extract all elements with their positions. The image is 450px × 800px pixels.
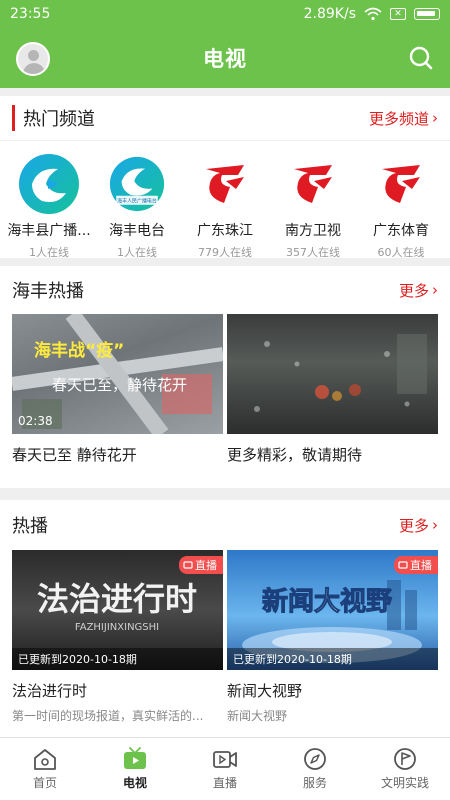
app-header: 电视 xyxy=(0,28,450,88)
section-title: 热播 xyxy=(12,516,48,537)
program-subtitle: 第一时间的现场报道，真实鲜活的... xyxy=(12,709,204,723)
online-count: 1人在线 xyxy=(29,246,69,259)
online-count: 60人在线 xyxy=(377,246,425,259)
program-card[interactable]: 法治进行时 FAZHIJINXINGSHI 直播 已更新到2020-10-18期… xyxy=(12,550,223,724)
section-title: 热门频道 xyxy=(12,105,95,131)
channel-list: 海丰县广播... 1人在线 海丰人民广播电台 海丰电台 1人在线 广东珠江 77… xyxy=(0,140,450,260)
live-badge: 直播 xyxy=(394,556,438,574)
channel-name: 广东珠江 xyxy=(197,223,253,239)
hot-section: 热播 更多 › 法治进行时 FAZHIJINXINGSHI 直播 已更新到2020… xyxy=(0,500,450,737)
tab-service[interactable]: 服务 xyxy=(270,738,360,800)
tab-label: 服务 xyxy=(302,776,327,790)
battery-icon xyxy=(414,8,440,20)
haifeng-logo xyxy=(18,153,80,215)
video-title: 春天已至 静待花开 xyxy=(12,446,137,464)
channel-name: 海丰县广播... xyxy=(7,223,91,239)
haifeng-radio-logo: 海丰人民广播电台 xyxy=(106,153,168,215)
more-channels-link[interactable]: 更多频道 › xyxy=(369,108,438,129)
live-icon xyxy=(398,561,408,569)
tab-home[interactable]: 首页 xyxy=(0,738,90,800)
tab-label: 文明实践 xyxy=(380,776,429,790)
program-title: 新闻大视野 xyxy=(227,682,303,700)
tab-tv[interactable]: 电视 xyxy=(90,738,180,800)
more-link[interactable]: 更多 › xyxy=(399,515,438,536)
haifeng-hot-section: 海丰热播 更多 › 海丰战“疫” 春天已至，静待花开 02:38 春天已至 静待花… xyxy=(0,266,450,488)
channel-item[interactable]: 广东体育 60人在线 xyxy=(358,153,444,260)
svg-text:法治进行时: 法治进行时 xyxy=(37,580,197,618)
hot-channels-section: 热门频道 更多频道 › 海丰县广播... 1人在线 海丰人民广播电台 海丰电台 … xyxy=(0,96,450,260)
tab-label: 电视 xyxy=(122,776,147,790)
live-badge: 直播 xyxy=(179,556,223,574)
video-card[interactable]: 海丰战“疫” 春天已至，静待花开 02:38 春天已至 静待花开 xyxy=(12,314,223,465)
online-count: 357人在线 xyxy=(286,246,340,259)
program-title: 法治进行时 xyxy=(12,682,88,700)
compass-icon xyxy=(304,748,326,770)
svg-text:春天已至，静待花开: 春天已至，静待花开 xyxy=(52,376,187,394)
video-title: 更多精彩，敬请期待 xyxy=(227,446,363,464)
bottom-tab-bar: 首页 电视 直播 服务 文明实践 xyxy=(0,737,450,800)
video-thumbnail: 海丰战“疫” 春天已至，静待花开 02:38 xyxy=(12,314,223,434)
home-icon xyxy=(34,749,56,770)
channel-name: 广东体育 xyxy=(373,223,429,239)
guangdong-tv-logo xyxy=(282,153,344,215)
video-duration: 02:38 xyxy=(18,414,53,428)
video-card[interactable]: 更多精彩，敬请期待 xyxy=(227,314,438,465)
svg-text:海丰人民广播电台: 海丰人民广播电台 xyxy=(117,198,157,205)
section-title: 海丰热播 xyxy=(12,281,84,302)
tab-civilization[interactable]: 文明实践 xyxy=(360,738,450,800)
channel-item[interactable]: 广东珠江 779人在线 xyxy=(182,153,268,260)
status-bar: 23:55 2.89K/s ✕ xyxy=(0,0,450,28)
tab-label: 首页 xyxy=(32,776,57,790)
sim-off-icon: ✕ xyxy=(390,8,406,20)
program-thumbnail: 法治进行时 FAZHIJINXINGSHI 直播 已更新到2020-10-18期 xyxy=(12,550,223,670)
svg-text:新闻大视野: 新闻大视野 xyxy=(262,586,392,617)
tab-live[interactable]: 直播 xyxy=(180,738,270,800)
online-count: 1人在线 xyxy=(117,246,157,259)
update-status: 已更新到2020-10-18期 xyxy=(12,648,223,670)
channel-item[interactable]: 海丰县广播... 1人在线 xyxy=(6,153,92,260)
live-icon xyxy=(183,561,193,569)
channel-item[interactable]: 海丰人民广播电台 海丰电台 1人在线 xyxy=(94,153,180,260)
page-title: 电视 xyxy=(203,47,247,71)
tv-icon xyxy=(124,747,146,769)
status-time: 23:55 xyxy=(10,6,51,22)
channel-name: 海丰电台 xyxy=(109,223,165,239)
search-icon[interactable] xyxy=(408,45,434,71)
program-subtitle: 新闻大视野 xyxy=(227,709,288,723)
network-speed: 2.89K/s xyxy=(303,6,356,22)
channel-name: 南方卫视 xyxy=(285,223,341,239)
svg-text:海丰战“疫”: 海丰战“疫” xyxy=(34,340,124,361)
guangdong-tv-logo xyxy=(370,153,432,215)
chevron-right-icon: › xyxy=(432,281,438,299)
update-status: 已更新到2020-10-18期 xyxy=(227,648,438,670)
channel-item[interactable]: 南方卫视 357人在线 xyxy=(270,153,356,260)
online-count: 779人在线 xyxy=(198,246,252,259)
svg-text:FAZHIJINXINGSHI: FAZHIJINXINGSHI xyxy=(75,622,159,633)
chevron-right-icon: › xyxy=(432,109,438,127)
flag-badge-icon xyxy=(394,748,416,770)
chevron-right-icon: › xyxy=(432,516,438,534)
wifi-icon xyxy=(364,7,382,21)
guangdong-tv-logo xyxy=(194,153,256,215)
program-thumbnail: 新闻大视野 直播 已更新到2020-10-18期 xyxy=(227,550,438,670)
program-card[interactable]: 新闻大视野 直播 已更新到2020-10-18期 新闻大视野 新闻大视野 xyxy=(227,550,438,724)
tab-label: 直播 xyxy=(212,776,237,790)
more-link[interactable]: 更多 › xyxy=(399,280,438,301)
video-icon xyxy=(213,751,237,768)
avatar[interactable] xyxy=(16,42,50,76)
video-thumbnail xyxy=(227,314,438,434)
